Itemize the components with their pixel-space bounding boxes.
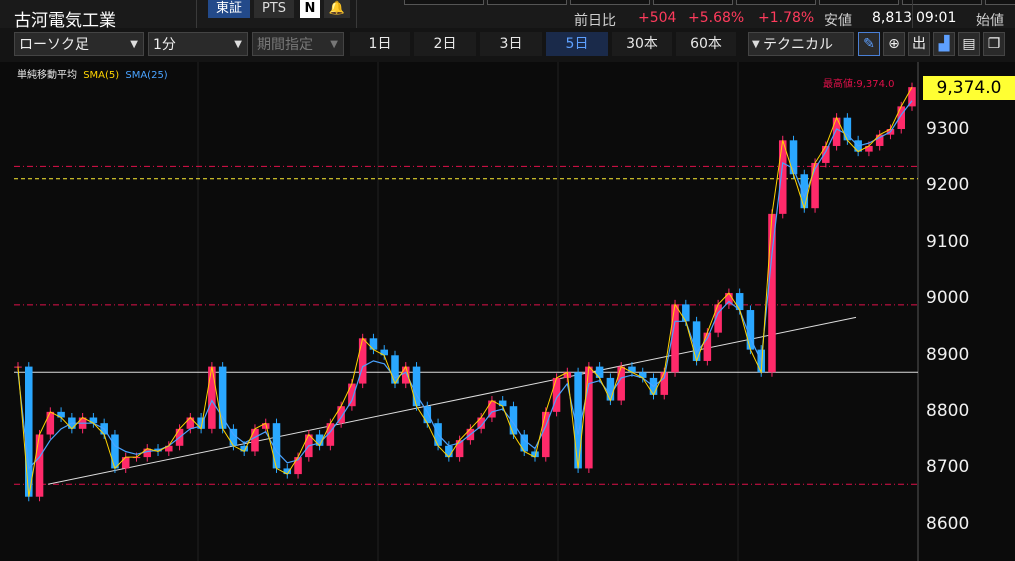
interval-value: 1分 <box>153 37 176 53</box>
blank-tab-6 <box>819 0 899 5</box>
chevron-down-icon: ▼ <box>234 39 242 50</box>
high-price-label: 最高値:9,374.0 <box>823 79 895 90</box>
candle-body <box>617 366 625 401</box>
open-label: 始値 <box>976 13 1004 29</box>
candle-body <box>445 445 453 458</box>
change-label: 前日比 <box>574 13 616 29</box>
low-label: 安値 <box>824 13 852 29</box>
candle-body <box>218 366 227 429</box>
candle-body <box>606 377 615 401</box>
candle-body <box>412 366 421 407</box>
candle-body <box>111 434 119 469</box>
y-tick-label: 8700 <box>926 457 970 477</box>
save-icon[interactable]: ▤ <box>958 32 980 56</box>
period-3d[interactable]: 3日 <box>480 32 542 56</box>
draw-pen-icon[interactable]: ✎ <box>858 32 880 56</box>
trend-line <box>47 316 857 485</box>
period-1d[interactable]: 1日 <box>350 32 410 56</box>
legend-title: 単純移動平均 <box>17 70 77 81</box>
candle-body <box>348 383 356 407</box>
export-icon[interactable]: 出 <box>908 32 930 56</box>
candle-body <box>682 304 690 322</box>
top-bar: 古河電気工業 東証 PTS N 🔔 前日比 +504 +5.68% +1.78%… <box>0 0 1015 31</box>
legend-sma5: SMA(5) <box>83 70 120 81</box>
y-tick-label: 8900 <box>926 345 970 365</box>
divider <box>356 0 357 28</box>
chart-legend: 単純移動平均 SMA(5) SMA(25) <box>17 66 168 81</box>
candle-body <box>897 106 905 129</box>
zoom-icon[interactable]: ⊕ <box>883 32 905 56</box>
y-tick-label: 9300 <box>926 119 970 139</box>
blank-tab-2 <box>487 0 567 5</box>
divider <box>196 0 197 28</box>
candle-body <box>778 140 787 214</box>
y-tick-label: 8800 <box>926 401 970 421</box>
candle-body <box>725 293 733 305</box>
chevron-down-icon: ▼ <box>752 39 760 50</box>
blank-tab-5 <box>736 0 816 5</box>
divider <box>912 0 913 28</box>
candle-body <box>671 304 679 373</box>
candle-body <box>768 213 776 373</box>
change-percent: +5.68% <box>688 10 745 26</box>
chart-type-value: ローソク足 <box>19 37 89 53</box>
sma5-line <box>17 86 913 497</box>
candle-body <box>186 417 195 429</box>
tab-tse[interactable]: 東証 <box>208 0 250 18</box>
technical-label: テクニカル <box>763 37 833 53</box>
alert-bell-icon[interactable]: 🔔 <box>324 0 350 18</box>
current-price-tag: 9,374.0 <box>923 76 1015 100</box>
change-value: +504 <box>638 10 677 26</box>
interval-select[interactable]: 1分 ▼ <box>148 32 248 56</box>
candle-body <box>822 145 830 163</box>
technical-select[interactable]: ▼ テクニカル <box>748 32 854 56</box>
candle-body <box>251 428 259 452</box>
period-60bars[interactable]: 60本 <box>676 32 736 56</box>
range-value: 期間指定 <box>257 37 313 53</box>
low-value: 8,813 <box>872 10 913 26</box>
low-time: 09:01 <box>916 10 957 26</box>
candle-body <box>35 434 44 497</box>
blank-tab-1 <box>404 0 484 5</box>
blank-tab-3 <box>570 0 650 5</box>
price-chart[interactable] <box>0 62 1015 561</box>
y-tick-label: 9100 <box>926 232 970 252</box>
candle-body <box>585 366 593 469</box>
period-2d[interactable]: 2日 <box>414 32 476 56</box>
candle-body <box>595 366 604 378</box>
candle-body <box>143 448 152 458</box>
control-bar: ローソク足 ▼ 1分 ▼ 期間指定 ▼ 1日 2日 3日 5日 30本 60本 … <box>0 28 1015 62</box>
blank-tab-7 <box>902 0 982 5</box>
period-5d[interactable]: 5日 <box>546 32 608 56</box>
candle-body <box>369 338 378 350</box>
y-tick-label: 9200 <box>926 175 970 195</box>
candle-body <box>832 117 841 146</box>
candle-body <box>25 366 33 497</box>
candle-body <box>46 411 55 435</box>
candle-body <box>121 457 130 469</box>
candle-body <box>208 366 216 429</box>
legend-sma25: SMA(25) <box>125 70 168 81</box>
y-tick-label: 9000 <box>926 288 970 308</box>
blank-tab-8 <box>985 0 1015 5</box>
chevron-down-icon: ▼ <box>130 39 138 50</box>
area-chart-icon[interactable]: ▟ <box>933 32 955 56</box>
chevron-down-icon: ▼ <box>330 39 338 50</box>
blank-tab-4 <box>653 0 733 5</box>
copy-icon[interactable]: ❐ <box>983 32 1005 56</box>
period-30bars[interactable]: 30本 <box>612 32 672 56</box>
tab-pts[interactable]: PTS <box>254 0 294 18</box>
change-percent-2: +1.78% <box>758 10 815 26</box>
sma25-line <box>17 100 913 470</box>
chart-type-select[interactable]: ローソク足 ▼ <box>14 32 144 56</box>
news-icon[interactable]: N <box>300 0 320 18</box>
range-select[interactable]: 期間指定 ▼ <box>252 32 344 56</box>
y-tick-label: 8600 <box>926 514 970 534</box>
